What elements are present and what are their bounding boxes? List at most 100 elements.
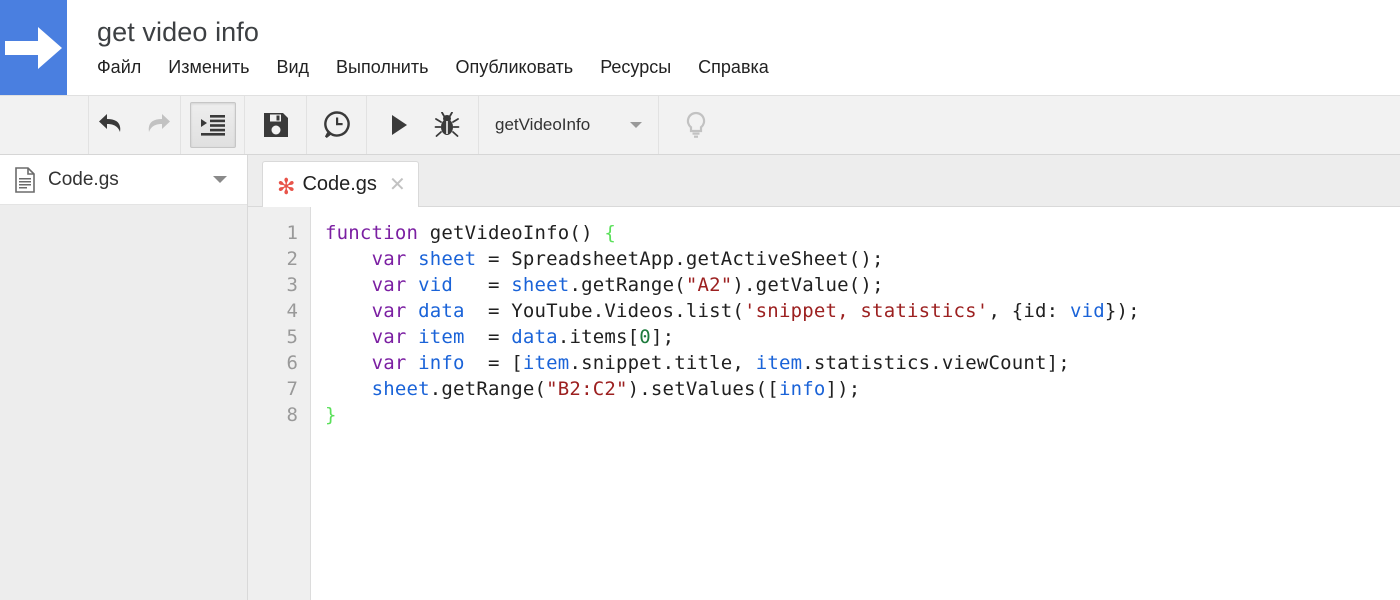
line-number: 3 — [286, 274, 298, 296]
code-token: 'snippet, statistics' — [744, 300, 989, 322]
code-line: var sheet = SpreadsheetApp.getActiveShee… — [325, 246, 1400, 272]
code-text[interactable]: function getVideoInfo() { var sheet = Sp… — [311, 207, 1400, 600]
editor-tab-strip: ✻ Code.gs ✕ — [248, 155, 1400, 207]
chevron-down-icon — [630, 122, 642, 128]
code-token: data — [418, 300, 465, 322]
code-token: .statistics.viewCount]; — [802, 352, 1070, 374]
code-line: var data = YouTube.Videos.list('snippet,… — [325, 298, 1400, 324]
menu-item-help[interactable]: Справка — [698, 55, 782, 80]
undo-button[interactable] — [89, 96, 135, 154]
close-icon[interactable]: ✕ — [389, 175, 406, 195]
code-line: var info = [item.snippet.title, item.sta… — [325, 350, 1400, 376]
version-history-button[interactable] — [313, 96, 361, 154]
code-token: var — [371, 326, 419, 348]
code-token: } — [325, 404, 337, 426]
app-header: get video info Файл Изменить Вид Выполни… — [0, 0, 1400, 95]
code-line: } — [325, 402, 1400, 428]
editor-pane: ✻ Code.gs ✕ 1 2 3 4 5 6 7 8 function get… — [248, 155, 1400, 600]
code-token: vid — [418, 274, 454, 296]
code-token: "B2:C2" — [546, 378, 628, 400]
save-floppy-icon — [263, 113, 288, 137]
code-line: sheet.getRange("B2:C2").setValues([info]… — [325, 376, 1400, 402]
code-token: function — [325, 222, 430, 244]
line-number: 4 — [286, 300, 298, 322]
redo-icon — [148, 114, 171, 132]
code-editor[interactable]: 1 2 3 4 5 6 7 8 function getVideoInfo() … — [248, 207, 1400, 600]
function-select-value: getVideoInfo — [495, 115, 591, 134]
apps-script-arrow-logo — [0, 0, 67, 95]
menu-item-publish[interactable]: Опубликовать — [455, 55, 586, 80]
toolbar-group-undo-redo — [89, 96, 181, 154]
code-token: getVideoInfo() — [429, 222, 605, 244]
code-token: "A2" — [685, 274, 733, 296]
run-button[interactable] — [375, 96, 423, 154]
toolbar-group-hint — [659, 96, 733, 154]
file-menu-chevron-down-icon[interactable] — [213, 176, 227, 183]
code-token: data — [511, 326, 558, 348]
code-token: = SpreadsheetApp.getActiveSheet(); — [476, 248, 884, 270]
line-number: 5 — [286, 326, 298, 348]
code-line: var item = data.items[0]; — [325, 324, 1400, 350]
toolbar-group-indent — [181, 96, 245, 154]
function-select[interactable]: getVideoInfo — [479, 96, 659, 154]
code-token: .getRange( — [429, 378, 547, 400]
code-line: var vid = sheet.getRange("A2").getValue(… — [325, 272, 1400, 298]
code-token: vid — [1069, 300, 1105, 322]
code-token: .snippet.title, — [569, 352, 756, 374]
line-number: 2 — [286, 248, 298, 270]
code-token: { — [604, 222, 616, 244]
code-token: var — [371, 352, 419, 374]
save-button[interactable] — [252, 96, 300, 154]
line-number: 1 — [286, 222, 298, 244]
header-text-block: get video info Файл Изменить Вид Выполни… — [67, 0, 782, 95]
file-document-icon — [15, 166, 35, 193]
code-token: item — [755, 352, 803, 374]
redo-button[interactable] — [135, 96, 181, 154]
line-number: 8 — [286, 404, 298, 426]
tab-code-gs[interactable]: ✻ Code.gs ✕ — [262, 161, 419, 207]
hint-button[interactable] — [672, 96, 720, 154]
code-token: .items[ — [557, 326, 640, 348]
code-token: = YouTube.Videos.list( — [464, 300, 745, 322]
menu-item-resources[interactable]: Ресурсы — [600, 55, 684, 80]
code-token: var — [371, 274, 419, 296]
code-token: var — [371, 300, 419, 322]
code-token: var — [371, 248, 419, 270]
code-token: item — [522, 352, 570, 374]
undo-icon — [98, 114, 121, 132]
code-token: sheet — [418, 248, 477, 270]
page-title[interactable]: get video info — [97, 15, 782, 49]
file-sidebar: Code.gs — [0, 155, 248, 600]
code-token: ]); — [825, 378, 861, 400]
toolbar: getVideoInfo — [0, 95, 1400, 155]
code-token: }); — [1104, 300, 1140, 322]
code-token: info — [418, 352, 465, 374]
indent-code-button[interactable] — [189, 102, 236, 148]
menu-item-file[interactable]: Файл — [97, 55, 154, 80]
run-play-icon — [391, 115, 407, 135]
indent-code-icon — [200, 115, 225, 136]
debug-button[interactable] — [423, 96, 471, 154]
toolbar-group-save — [245, 96, 307, 154]
code-token: 0 — [639, 326, 651, 348]
code-token: sheet — [371, 378, 430, 400]
toolbar-left-spacer — [0, 96, 89, 154]
menu-item-edit[interactable]: Изменить — [168, 55, 262, 80]
line-number: 7 — [286, 378, 298, 400]
sidebar-item-code-gs[interactable]: Code.gs — [0, 155, 247, 205]
code-line: function getVideoInfo() { — [325, 220, 1400, 246]
lightbulb-icon — [686, 111, 706, 138]
menu-item-view[interactable]: Вид — [276, 55, 322, 80]
code-token: ]; — [650, 326, 675, 348]
code-token: ).getValue(); — [732, 274, 884, 296]
code-token: , {id: — [988, 300, 1070, 322]
menu-item-run[interactable]: Выполнить — [336, 55, 441, 80]
tab-label: Code.gs — [302, 173, 377, 195]
code-token: item — [418, 326, 465, 348]
